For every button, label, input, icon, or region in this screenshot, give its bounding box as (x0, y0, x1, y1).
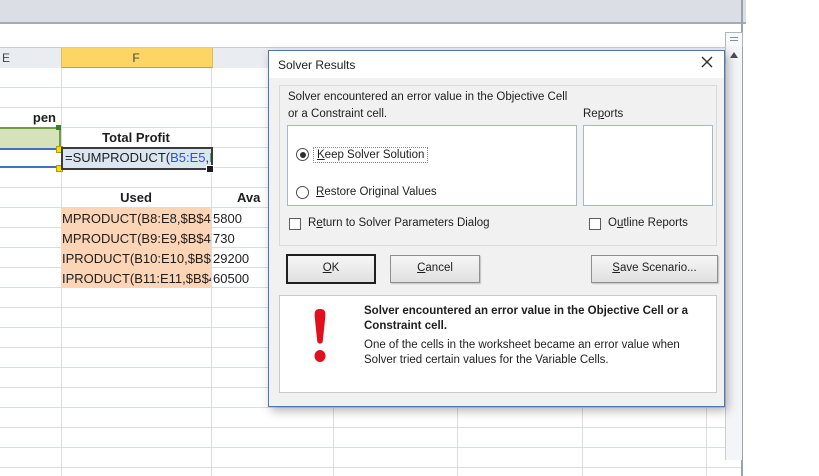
fill-handle[interactable] (206, 165, 214, 173)
formula-prefix: =SUMPRODUCT( (65, 150, 171, 165)
radio-restore-original-values-label[interactable]: Restore Original Values (316, 186, 437, 198)
formula-ref1: B5:E5 (170, 150, 206, 165)
constraint-cell[interactable]: IPRODUCT(B10:E10,$B$4: (61, 248, 211, 268)
radio-selected-dot (299, 151, 306, 158)
available-column-header-fragment: Ava (237, 190, 261, 205)
constraint-cell[interactable]: IPRODUCT(B11:E11,$B$4: (61, 268, 211, 288)
checkbox-return-to-solver-parameters[interactable] (289, 218, 301, 230)
variable-cell-highlight[interactable] (0, 127, 61, 148)
solver-results-dialog: Solver Results Solver encountered an err… (268, 50, 725, 407)
close-icon[interactable] (696, 56, 718, 74)
error-body-line1: One of the cells in the worksheet became… (364, 339, 680, 351)
save-scenario-button[interactable]: Save Scenario... (591, 255, 718, 283)
constraint-cell[interactable]: MPRODUCT(B8:E8,$B$4:$ (61, 208, 211, 228)
used-value: 60500 (213, 271, 250, 286)
constraint-formula-fragment: MPRODUCT(B9:E9,$B$4:$ (62, 231, 211, 246)
formula-edit-cell[interactable]: =SUMPRODUCT(B5:E5,B4 (61, 147, 213, 170)
checkbox-outline-label[interactable]: Outline Reports (608, 217, 688, 229)
ok-button[interactable]: OK (287, 255, 375, 283)
blue-range-cell[interactable] (0, 148, 61, 168)
used-value: 5800 (213, 211, 242, 226)
constraint-cell[interactable]: MPRODUCT(B9:E9,$B$4:$ (61, 228, 211, 248)
gridline (211, 68, 212, 476)
checkbox-outline-reports[interactable] (589, 218, 601, 230)
error-body-line2: Solver tried certain values for the Vari… (364, 354, 609, 366)
vertical-scrollbar-track[interactable] (725, 64, 742, 460)
checkbox-return-label[interactable]: Return to Solver Parameters Dialog (308, 217, 490, 229)
error-description-box: Solver encountered an error value in the… (279, 295, 717, 393)
total-profit-label: Total Profit (102, 130, 170, 145)
cancel-button[interactable]: Cancel (390, 255, 480, 283)
used-value: 29200 (213, 251, 250, 266)
formula-ref2: B4 (209, 150, 211, 165)
scrollbar-split-box[interactable] (725, 32, 743, 47)
scroll-up-button[interactable] (725, 46, 742, 64)
dialog-message-line2: or a Constraint cell. (288, 108, 388, 120)
column-header-f-label: F (132, 51, 140, 65)
reports-listbox[interactable] (583, 125, 713, 206)
dialog-titlebar[interactable]: Solver Results (269, 51, 724, 78)
dialog-title: Solver Results (278, 58, 356, 72)
error-heading-line1: Solver encountered an error value in the… (364, 305, 689, 317)
radio-keep-solver-solution-label[interactable]: Keep Solver Solution (313, 147, 429, 163)
ribbon-bottom-strip (0, 0, 746, 24)
used-value: 730 (213, 231, 235, 246)
constraint-formula-fragment: MPRODUCT(B8:E8,$B$4:$ (62, 211, 211, 226)
constraint-formula-fragment: IPRODUCT(B10:E10,$B$4: (62, 251, 211, 266)
excel-window: E F pen Total Profit =SUMPRODUCT(B5:E5,B… (0, 0, 819, 476)
radio-restore-original-values[interactable] (296, 186, 309, 199)
radio-keep-solver-solution[interactable] (296, 148, 309, 161)
formula-bar[interactable] (0, 24, 743, 48)
error-exclamation-icon (308, 307, 332, 368)
column-header-e-label[interactable]: E (0, 51, 12, 65)
triangle-up-icon (730, 52, 738, 58)
reports-label: Reports (583, 108, 624, 120)
used-column-header: Used (120, 190, 152, 205)
constraint-formula-fragment: IPRODUCT(B11:E11,$B$4: (62, 271, 211, 286)
error-heading-line2: Constraint cell. (364, 320, 448, 332)
dialog-message-line1: Solver encountered an error value in the… (288, 91, 568, 103)
cell-label-pen-fragment: pen (32, 110, 56, 125)
